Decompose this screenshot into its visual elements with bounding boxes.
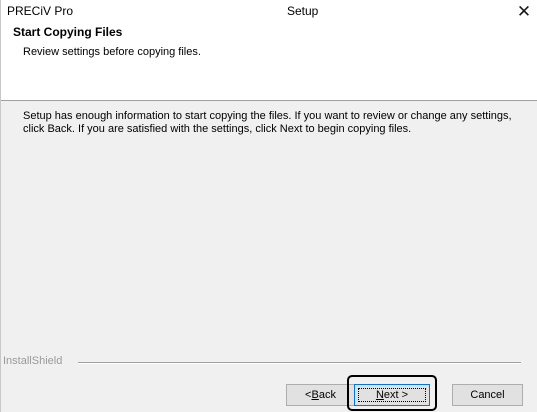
installshield-footer: InstallShield (1, 355, 537, 369)
cancel-button[interactable]: Cancel (452, 384, 523, 406)
close-icon: ✕ (516, 1, 532, 21)
instructions-text: Setup has enough information to start co… (23, 110, 512, 135)
window-title: Setup (287, 4, 319, 18)
next-button[interactable]: Next > (354, 384, 430, 406)
focus-rect (358, 388, 426, 402)
setup-window: PRECiV Pro Setup ✕ Start Copying Files R… (0, 0, 537, 412)
page-title: Start Copying Files (13, 25, 123, 39)
app-name: PRECiV Pro (7, 4, 74, 18)
title-bar: PRECiV Pro Setup ✕ (1, 0, 537, 22)
close-button[interactable]: ✕ (511, 0, 537, 22)
back-button-label: ack (318, 389, 336, 401)
cancel-button-label: Cancel (470, 389, 505, 401)
header-panel: Start Copying Files Review settings befo… (1, 22, 537, 101)
footer-divider (78, 362, 521, 364)
back-button-mnemonic: B (311, 389, 319, 401)
page-subtitle: Review settings before copying files. (23, 46, 201, 58)
back-button[interactable]: < Back (286, 384, 355, 406)
installshield-label: InstallShield (3, 355, 63, 367)
